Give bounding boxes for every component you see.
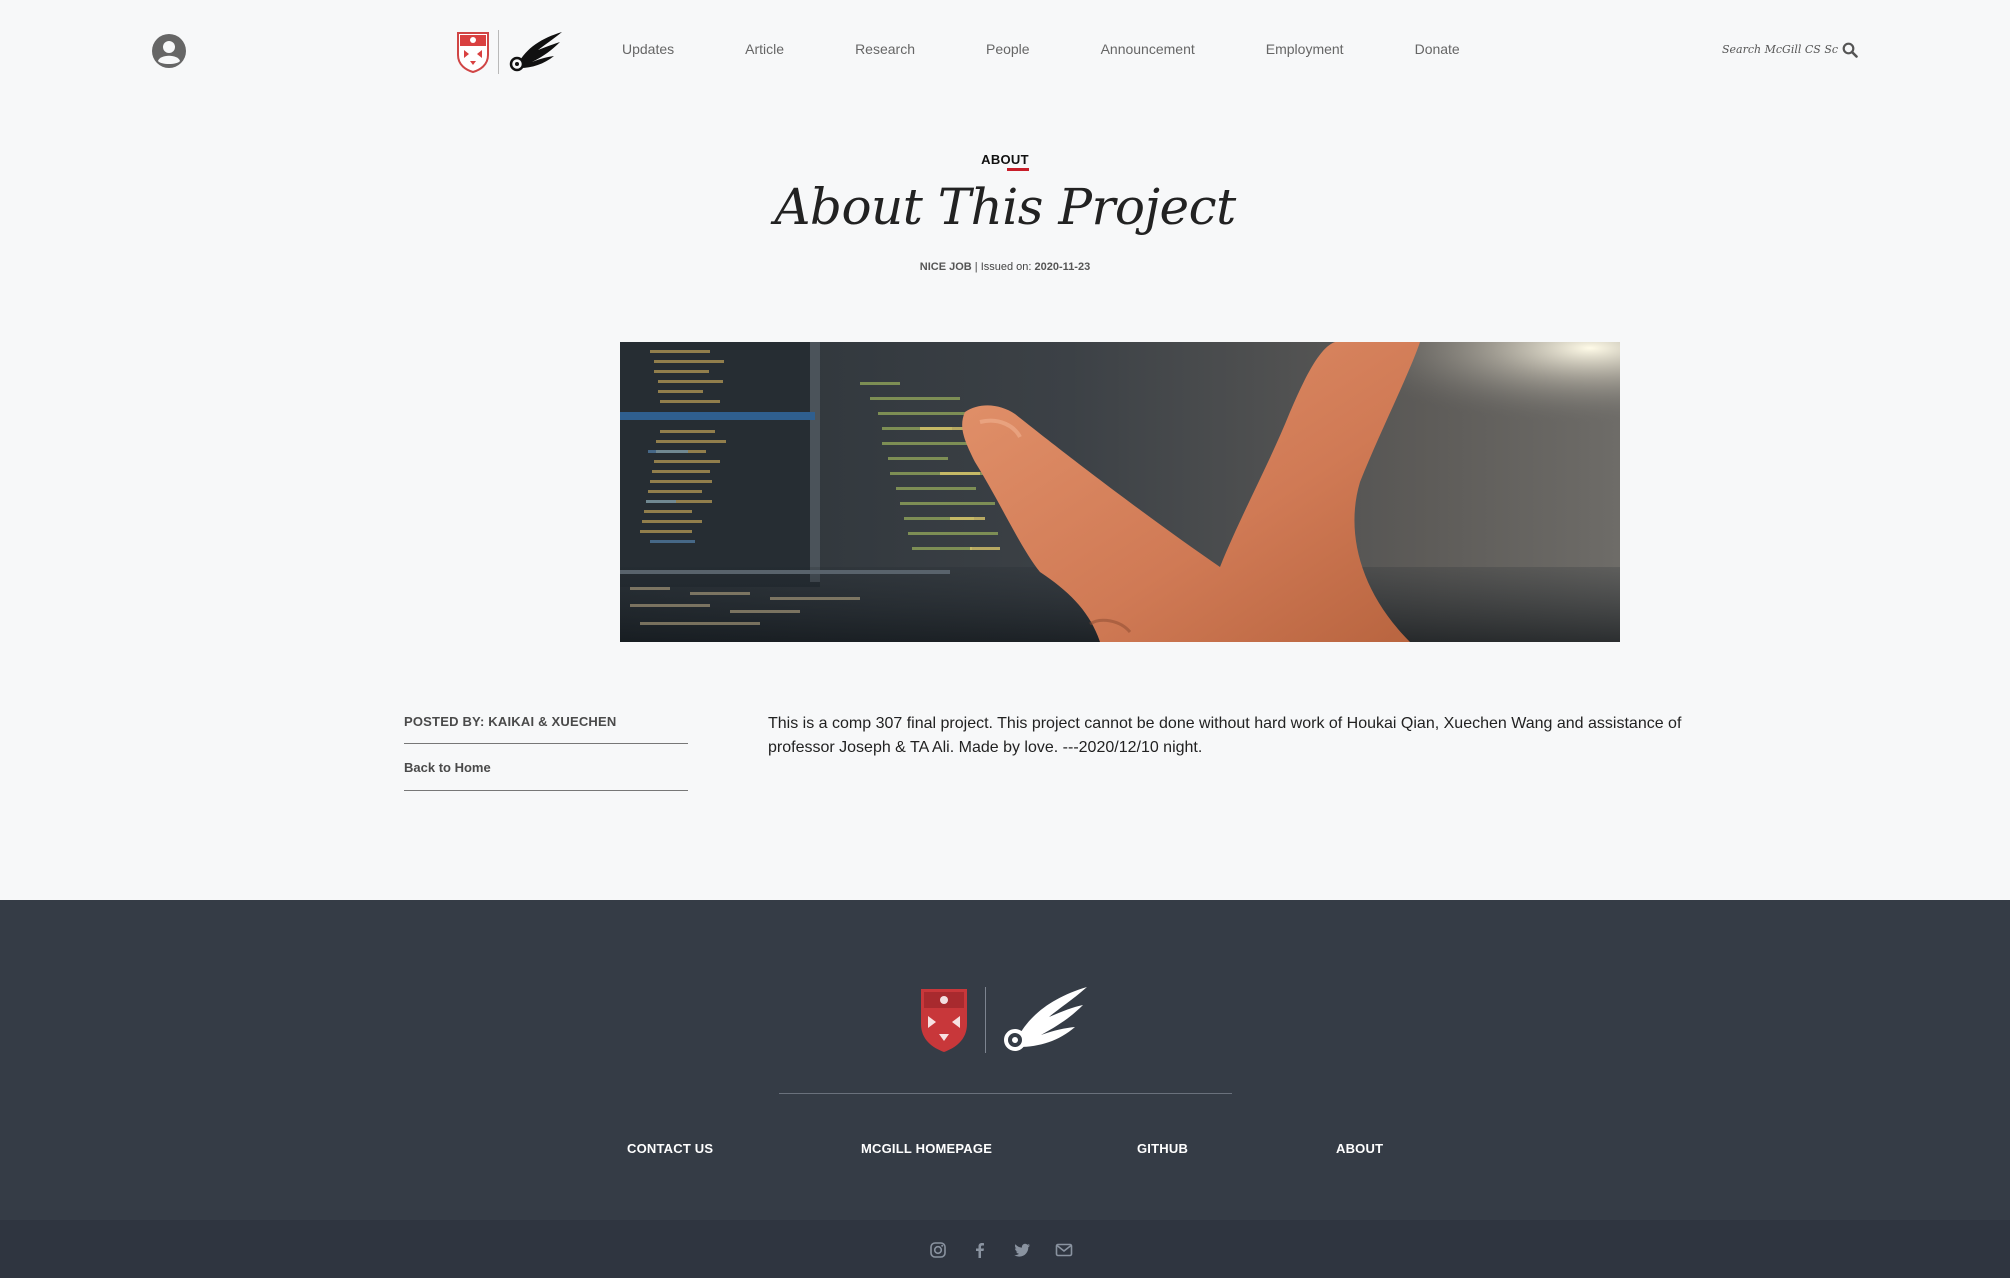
footer-divider bbox=[779, 1093, 1232, 1094]
page-title: About This Project bbox=[774, 178, 1236, 236]
wing-logo-icon bbox=[509, 32, 562, 72]
footer-link-github[interactable]: GITHUB bbox=[1137, 1141, 1188, 1156]
footer-logo[interactable] bbox=[918, 985, 1089, 1055]
article-sidebar: POSTED BY: KAIKAI & XUECHEN Back to Home bbox=[404, 714, 688, 791]
instagram-icon[interactable] bbox=[929, 1241, 947, 1259]
posted-by: POSTED BY: KAIKAI & XUECHEN bbox=[404, 714, 688, 744]
article-author: NICE JOB bbox=[919, 261, 972, 273]
nav-item-updates[interactable]: Updates bbox=[622, 41, 674, 57]
user-account-icon[interactable] bbox=[151, 33, 187, 69]
nav-item-people[interactable]: People bbox=[986, 41, 1030, 57]
mcgill-crest-icon bbox=[457, 32, 489, 73]
nav-item-article[interactable]: Article bbox=[745, 41, 784, 57]
footer-link-mcgill-homepage[interactable]: MCGILL HOMEPAGE bbox=[861, 1141, 992, 1156]
facebook-icon[interactable] bbox=[971, 1241, 989, 1259]
footer-logo-divider bbox=[985, 987, 986, 1053]
back-to-home-link[interactable]: Back to Home bbox=[404, 744, 688, 791]
footer-link-about[interactable]: ABOUT bbox=[1336, 1141, 1383, 1156]
site-footer: CONTACT US MCGILL HOMEPAGE GITHUB ABOUT bbox=[0, 900, 2010, 1278]
kicker-label: ABOUT bbox=[981, 152, 1029, 171]
article-body: This is a comp 307 final project. This p… bbox=[768, 715, 1682, 756]
nav-item-employment[interactable]: Employment bbox=[1266, 41, 1344, 57]
twitter-icon[interactable] bbox=[1013, 1241, 1031, 1259]
hero-image bbox=[620, 342, 1620, 642]
logo-divider bbox=[498, 30, 499, 74]
section-kicker: ABOUT bbox=[0, 151, 2010, 171]
footer-link-contact-us[interactable]: CONTACT US bbox=[627, 1141, 713, 1156]
mcgill-crest-icon bbox=[921, 989, 967, 1052]
search-bar bbox=[1722, 40, 1858, 58]
site-header: Updates Article Research People Announce… bbox=[0, 0, 2010, 100]
article-meta: NICE JOB | Issued on: 2020-11-23 bbox=[0, 261, 2010, 273]
search-icon[interactable] bbox=[1842, 42, 1858, 58]
wing-logo-icon bbox=[1004, 987, 1087, 1051]
nav-item-research[interactable]: Research bbox=[855, 41, 915, 57]
article-date: 2020-11-23 bbox=[1034, 261, 1091, 273]
search-input[interactable] bbox=[1722, 42, 1838, 56]
site-logo[interactable] bbox=[456, 30, 564, 74]
nav-item-announcement[interactable]: Announcement bbox=[1101, 41, 1195, 57]
social-links bbox=[929, 1241, 1097, 1259]
meta-separator: | Issued on: bbox=[971, 261, 1035, 273]
nav-item-donate[interactable]: Donate bbox=[1415, 41, 1460, 57]
mail-icon[interactable] bbox=[1055, 1241, 1073, 1259]
main-nav: Updates Article Research People Announce… bbox=[622, 41, 1531, 57]
